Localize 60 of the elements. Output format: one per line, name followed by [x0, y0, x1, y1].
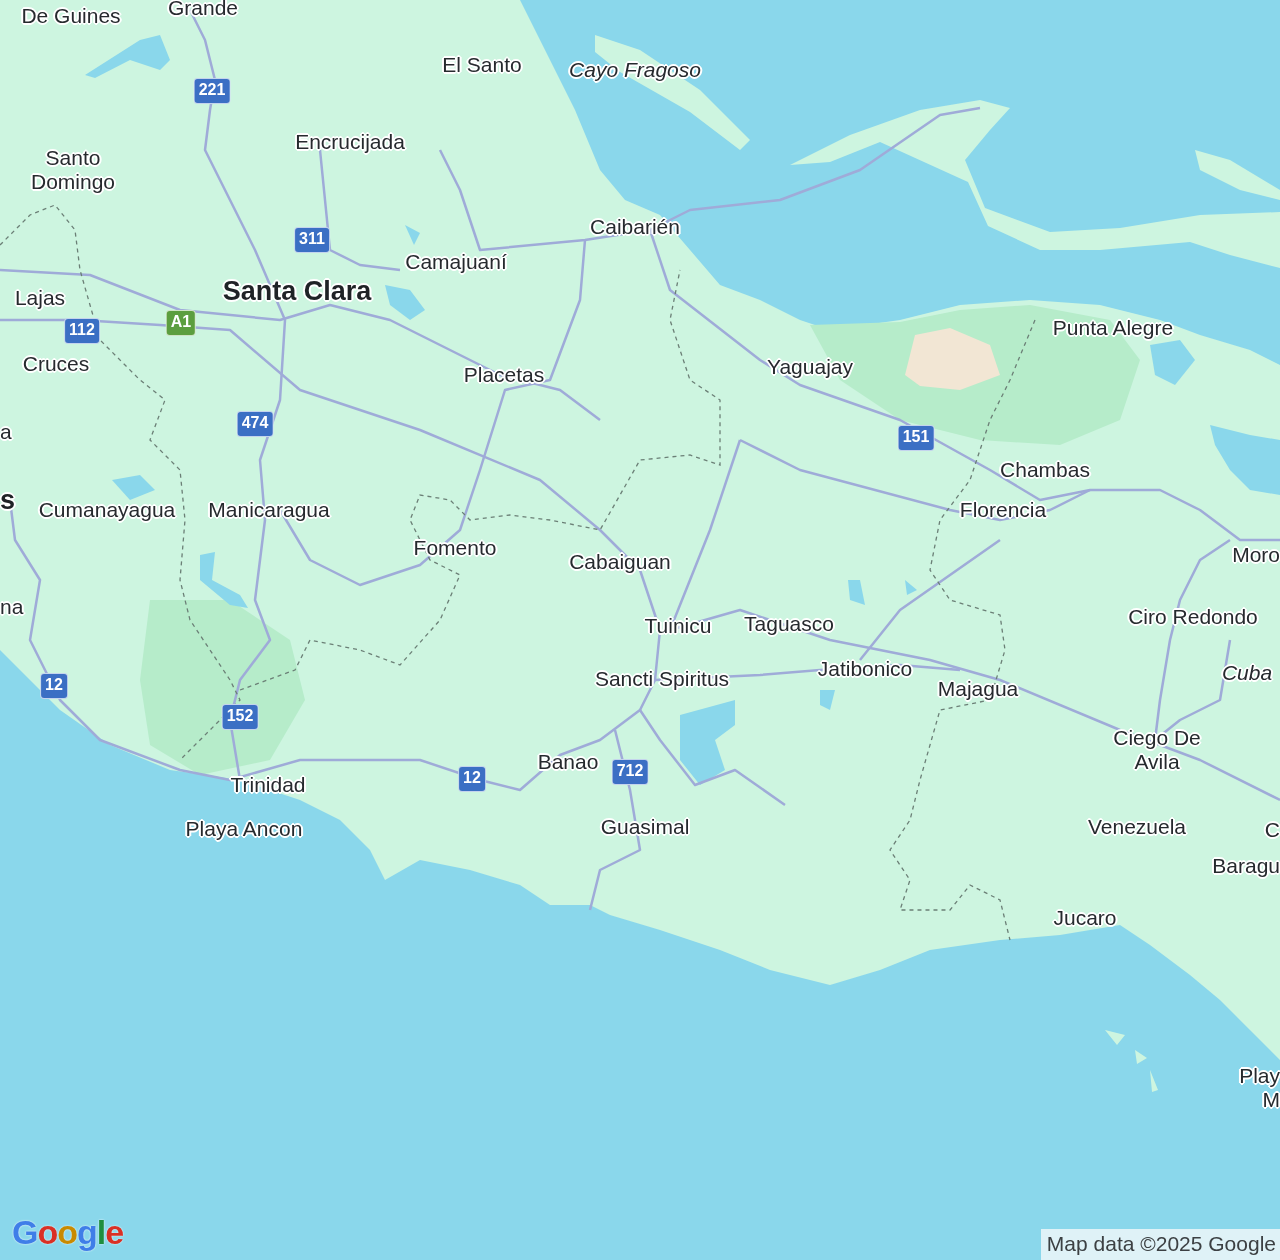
lake [1150, 340, 1195, 385]
place-label: Punta Alegre [1052, 316, 1174, 340]
place-label: Yaguajay [767, 355, 853, 379]
place-label: Banao [537, 750, 599, 774]
place-label: Grande [168, 0, 238, 20]
place-label: Florencia [959, 498, 1047, 522]
place-label: Ciro Redondo [1128, 605, 1258, 629]
place-label: Jatibonico [817, 657, 913, 681]
place-label: Tuinicu [644, 614, 712, 638]
place-label: Venezuela [1087, 815, 1187, 839]
place-label: De Guines [21, 4, 121, 28]
road-number-sign: 12 [458, 766, 486, 792]
place-label: Cabaiguan [569, 550, 671, 574]
place-label: na [0, 595, 24, 619]
place-label: Lajas [14, 286, 66, 310]
place-label: Fomento [413, 536, 497, 560]
island-label: Cuba [1221, 661, 1273, 685]
place-label: Majagua [937, 677, 1019, 701]
place-label: Moro [1232, 543, 1280, 567]
place-label: Baragu [1212, 854, 1280, 878]
place-label: Santo Domingo [29, 146, 116, 194]
place-label: Sancti Spiritus [594, 667, 730, 691]
place-label: Manicaragua [208, 498, 330, 522]
place-label: Cumanayagua [38, 498, 176, 522]
road-number-sign: 12 [40, 673, 68, 699]
road-number-sign: 152 [221, 704, 259, 730]
google-logo: Google [12, 1213, 124, 1252]
lake [112, 475, 155, 500]
place-label: Play M [1238, 1064, 1280, 1112]
city-label: Santa Clara [222, 276, 372, 306]
place-label: Camajuaní [405, 250, 507, 274]
road-number-sign: 474 [236, 411, 274, 437]
place-label: Placetas [463, 363, 545, 387]
lake [385, 285, 425, 320]
road-number-sign: 151 [897, 425, 935, 451]
lake [200, 552, 248, 608]
place-label: Jucaro [1053, 906, 1117, 930]
place-label: Caibarién [590, 215, 680, 239]
road-number-sign: A1 [165, 310, 197, 336]
road-number-sign: 311 [294, 227, 330, 253]
place-label: Cruces [22, 352, 90, 376]
place-label: Playa Ancon [185, 817, 303, 841]
place-label: a [0, 420, 12, 444]
map-attribution: Map data ©2025 Google [1040, 1229, 1280, 1260]
place-label: Chambas [1000, 458, 1090, 482]
place-label: Trinidad [230, 773, 306, 797]
place-label: El Santo [442, 53, 522, 77]
road-number-sign: 112 [64, 318, 100, 344]
island-area [1105, 1030, 1158, 1092]
city-label: s [0, 485, 16, 515]
island-label: Cayo Fragoso [569, 58, 701, 82]
lake [1210, 425, 1280, 495]
road-number-sign: 712 [611, 759, 649, 785]
road-number-sign: 221 [193, 78, 231, 104]
place-label: Ciego De Avila [1112, 726, 1202, 774]
place-label: C [1264, 818, 1280, 842]
place-label: Guasimal [600, 815, 690, 839]
place-label: Taguasco [744, 612, 834, 636]
place-label: Encrucijada [295, 130, 405, 154]
lake [405, 225, 420, 245]
